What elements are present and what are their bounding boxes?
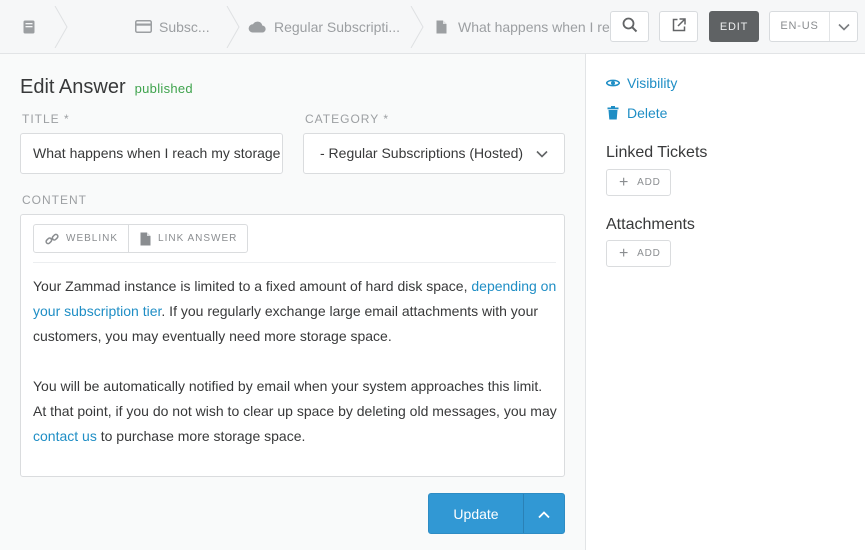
paragraph-text: Your Zammad instance is limited to a fix… xyxy=(33,278,472,294)
add-label: ADD xyxy=(637,177,661,188)
category-value: - Regular Subscriptions (Hosted) xyxy=(320,145,524,161)
paragraph-text: You will be automatically notified by em… xyxy=(33,378,557,419)
breadcrumb-label: Regular Subscripti... xyxy=(274,18,401,35)
status-badge: published xyxy=(134,81,193,96)
open-external-button[interactable] xyxy=(659,11,698,42)
attachments-heading: Attachments xyxy=(606,216,695,233)
add-label: ADD xyxy=(637,248,661,259)
cloud-icon xyxy=(248,20,266,34)
breadcrumb-item-regular-subscriptions[interactable]: Regular Subscripti... xyxy=(240,0,424,53)
breadcrumb-separator xyxy=(410,6,424,48)
visibility-link[interactable]: Visibility xyxy=(606,75,677,91)
edit-answer-panel: Edit Answer published TITLE * What happe… xyxy=(0,54,585,550)
editor-toolbar: WEBLINK LINK ANSWER xyxy=(33,224,249,253)
link-answer-label: LINK ANSWER xyxy=(158,233,238,244)
category-label: CATEGORY * xyxy=(305,112,390,126)
chevron-down-icon xyxy=(536,134,548,173)
delete-label: Delete xyxy=(627,105,668,121)
category-select[interactable]: - Regular Subscriptions (Hosted) xyxy=(303,133,565,174)
credit-card-icon xyxy=(134,20,152,34)
editor-body[interactable]: Your Zammad instance is limited to a fix… xyxy=(33,274,558,474)
content-paragraph: Your Zammad instance is limited to a fix… xyxy=(33,274,558,349)
edit-toggle-button[interactable]: EDIT xyxy=(709,11,759,42)
plus-icon: + xyxy=(619,173,630,191)
delete-link[interactable]: Delete xyxy=(606,105,667,121)
document-icon xyxy=(140,232,151,246)
content-editor[interactable]: WEBLINK LINK ANSWER Your Zammad instance… xyxy=(20,214,565,477)
eye-icon xyxy=(606,78,620,88)
breadcrumb: Subsc... Regular Subscripti... What happ… xyxy=(0,0,658,53)
content-paragraph: You will be automatically notified by em… xyxy=(33,374,558,449)
search-button[interactable] xyxy=(610,11,649,42)
chevron-up-icon xyxy=(538,506,550,522)
add-linked-ticket-button[interactable]: + ADD xyxy=(606,169,671,196)
top-bar: Subsc... Regular Subscripti... What happ… xyxy=(0,0,865,54)
weblink-label: WEBLINK xyxy=(66,233,119,244)
chevron-down-icon xyxy=(830,23,857,31)
breadcrumb-item-subscriptions[interactable]: Subsc... xyxy=(68,0,240,53)
answer-sidebar: Visibility Delete Linked Tickets + ADD A… xyxy=(585,54,865,550)
plus-icon: + xyxy=(619,244,630,262)
title-label: TITLE * xyxy=(22,112,70,126)
link-answer-button[interactable]: LINK ANSWER xyxy=(128,225,247,252)
page-title-row: Edit Answer published xyxy=(20,76,193,99)
locale-label: EN-US xyxy=(770,12,830,41)
locale-dropdown[interactable]: EN-US xyxy=(769,11,858,42)
breadcrumb-label: Subsc... xyxy=(159,18,210,35)
paragraph-text: to purchase more storage space. xyxy=(96,428,306,444)
update-button-group: Update xyxy=(428,493,565,534)
trash-icon xyxy=(606,106,620,120)
document-icon xyxy=(432,20,450,34)
search-icon xyxy=(622,17,638,36)
breadcrumb-separator xyxy=(226,6,240,48)
weblink-button[interactable]: WEBLINK xyxy=(34,225,128,252)
visibility-label: Visibility xyxy=(627,75,678,91)
external-link-icon xyxy=(672,18,686,35)
content-label: CONTENT xyxy=(22,193,87,207)
editor-divider xyxy=(33,262,556,263)
title-input[interactable]: What happens when I reach my storage lim… xyxy=(20,133,283,174)
breadcrumb-separator xyxy=(54,6,68,48)
add-attachment-button[interactable]: + ADD xyxy=(606,240,671,267)
update-button[interactable]: Update xyxy=(429,494,524,533)
breadcrumb-item-knowledge-base[interactable] xyxy=(0,0,68,53)
link-icon xyxy=(45,232,59,246)
linked-tickets-heading: Linked Tickets xyxy=(606,144,708,161)
contact-us-link[interactable]: contact us xyxy=(33,428,97,444)
page-title: Edit Answer xyxy=(20,76,126,98)
update-options-toggle[interactable] xyxy=(524,494,564,533)
knowledge-base-icon xyxy=(20,20,38,34)
